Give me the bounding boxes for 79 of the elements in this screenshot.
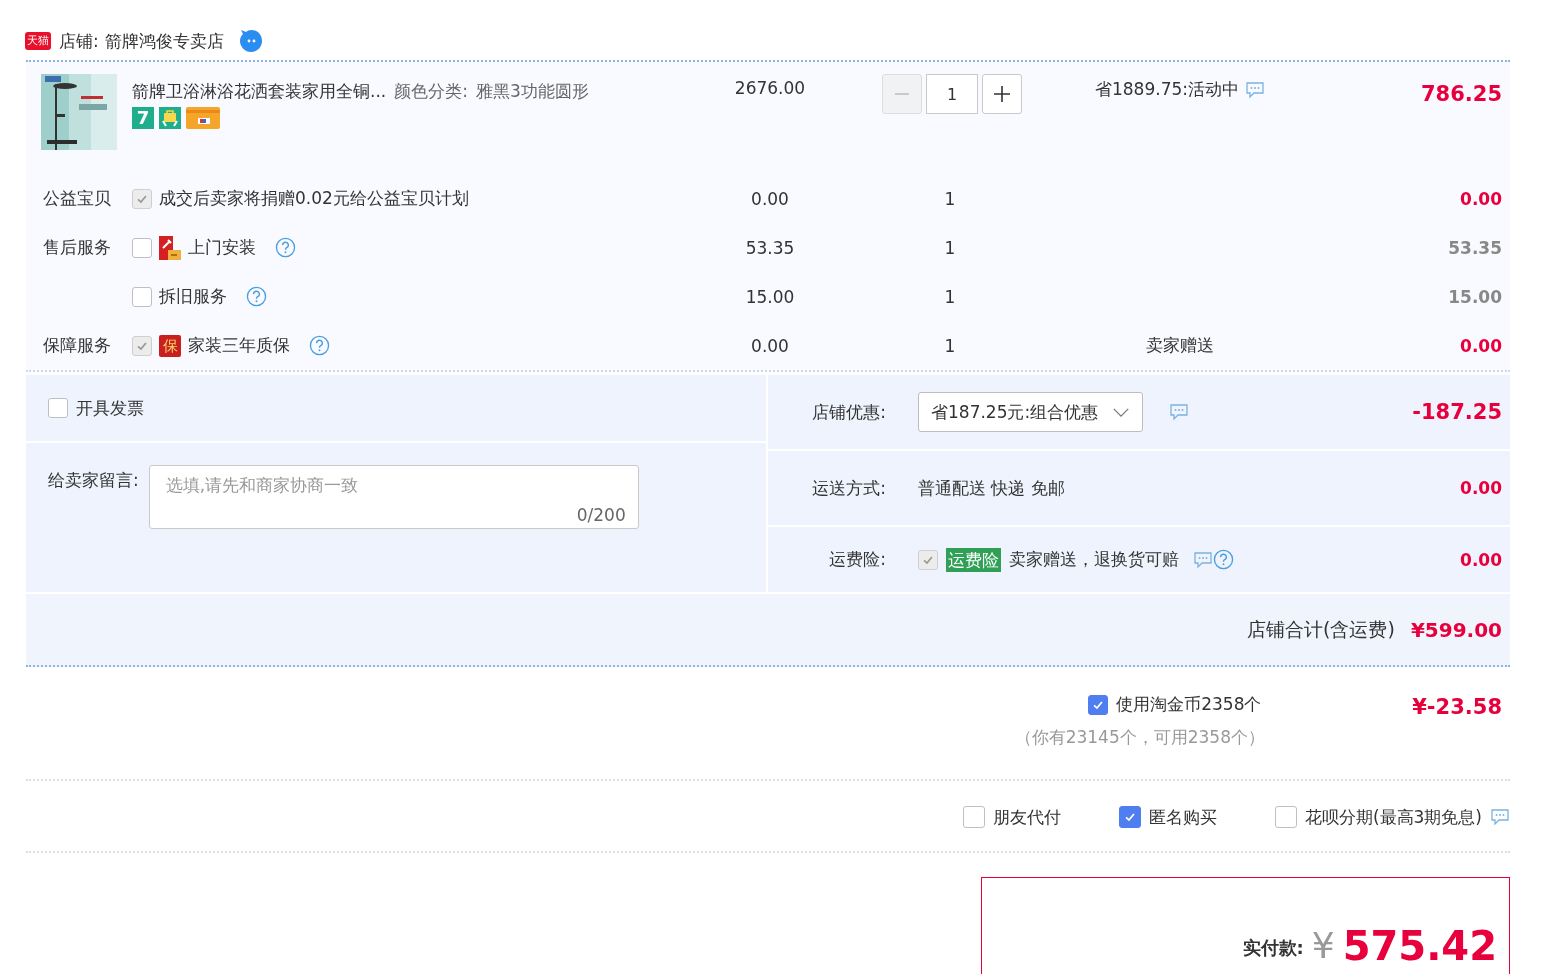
- shop-total-label: 店铺合计(含运费): [1247, 616, 1395, 642]
- service-quantity: 1: [943, 286, 957, 307]
- service-total: 53.35: [1447, 237, 1503, 258]
- discount-label: 店铺优惠:: [811, 400, 886, 424]
- service-price: 0.00: [750, 335, 790, 356]
- payment-label: 实付款:: [1242, 936, 1304, 960]
- shop-label: 店铺:: [59, 29, 99, 53]
- service-total: 0.00: [1459, 188, 1503, 209]
- insurance-text: 卖家赠送，退换货可赔: [1009, 548, 1179, 571]
- warranty-badge: 保: [159, 334, 181, 357]
- option-label: 花呗分期(最高3期免息): [1304, 805, 1482, 829]
- invoice-label: 开具发票: [76, 396, 144, 420]
- coins-note: （你有23145个，可用2358个）: [1014, 726, 1265, 749]
- insurance-label: 运费险:: [828, 548, 886, 571]
- service-group-label: 售后服务: [43, 237, 111, 257]
- insurance-tag: 运费险: [946, 547, 1001, 572]
- decrease-button[interactable]: [882, 74, 922, 114]
- bag-icon: [159, 107, 181, 129]
- service-quantity: 1: [943, 188, 957, 209]
- return-badge: 7: [132, 107, 154, 129]
- item-total: 786.25: [1419, 81, 1503, 106]
- message-field[interactable]: 选填,请先和商家协商一致 0/200: [148, 465, 639, 529]
- invoice-checkbox[interactable]: [48, 398, 68, 418]
- payment-amount: 575.42: [1342, 926, 1497, 966]
- sku-value: 雅黑3功能圆形: [475, 80, 589, 103]
- service-total: 15.00: [1447, 286, 1503, 307]
- sku-label: 颜色分类:: [394, 80, 468, 103]
- option-checkbox[interactable]: [962, 806, 985, 828]
- service-price: 53.35: [744, 237, 796, 258]
- service-group-label: 公益宝贝: [43, 188, 111, 208]
- service-price: 0.00: [750, 188, 790, 209]
- shop-total-amount: ¥599.00: [1410, 617, 1502, 642]
- chevron-icon: [1112, 406, 1131, 418]
- savings-text: 省1889.75:活动中: [1095, 78, 1239, 101]
- service-checkbox[interactable]: [132, 237, 152, 258]
- currency-sign: ¥: [1311, 928, 1335, 964]
- help-icon[interactable]: [275, 237, 296, 258]
- shipping-amount: 0.00: [1460, 478, 1502, 498]
- help-icon[interactable]: [1213, 549, 1234, 570]
- service-label: 上门安装: [188, 236, 256, 259]
- insurance-amount: 0.00: [1460, 549, 1502, 570]
- coins-checkbox[interactable]: [1088, 694, 1109, 715]
- coins-label: 使用淘金币2358个: [1116, 693, 1262, 716]
- service-label: 成交后卖家将捐赠0.02元给公益宝贝计划: [159, 187, 469, 210]
- shop-name[interactable]: 箭牌鸿俊专卖店: [104, 29, 224, 53]
- card-icon: [186, 107, 220, 129]
- shipping-method: 普通配送 快递 免邮: [918, 476, 1065, 500]
- discount-amount: -187.25: [1412, 400, 1502, 424]
- store-badge: 天猫: [25, 32, 51, 50]
- service-group-label: 保障服务: [43, 335, 111, 355]
- wrench-icon: [159, 235, 181, 260]
- option-label: 匿名购买: [1148, 805, 1217, 829]
- option-checkbox[interactable]: [1274, 806, 1297, 828]
- chat-icon[interactable]: [1193, 550, 1213, 569]
- option-checkbox[interactable]: [1118, 806, 1141, 828]
- service-label: 家装三年质保: [188, 334, 290, 357]
- coins-amount: ¥-23.58: [1411, 695, 1502, 719]
- unit-price: 2676.00: [733, 77, 807, 98]
- service-note: 卖家赠送: [1146, 335, 1214, 355]
- chat-icon[interactable]: [1490, 808, 1510, 826]
- shipping-label: 运送方式:: [811, 476, 886, 500]
- discount-dropdown[interactable]: 省187.25元:组合优惠: [918, 392, 1144, 432]
- message-label: 给卖家留言:: [48, 469, 139, 492]
- help-icon[interactable]: [246, 286, 267, 307]
- increase-button[interactable]: [982, 74, 1022, 114]
- service-label: 拆旧服务: [159, 285, 227, 308]
- chat-bubble-icon[interactable]: [237, 28, 264, 54]
- service-quantity: 1: [943, 335, 957, 356]
- chat-icon[interactable]: [1169, 403, 1190, 421]
- chat-icon[interactable]: [1245, 80, 1265, 99]
- plus-icon: [992, 84, 1012, 104]
- service-total: 0.00: [1459, 335, 1503, 356]
- quantity-field[interactable]: 1: [926, 74, 978, 114]
- service-checkbox[interactable]: [132, 286, 152, 307]
- service-price: 15.00: [744, 286, 796, 307]
- product-title[interactable]: 箭牌卫浴淋浴花洒套装家用全铜...: [132, 80, 387, 103]
- minus-icon: [894, 93, 910, 95]
- service-quantity: 1: [943, 237, 957, 258]
- option-label: 朋友代付: [992, 805, 1061, 829]
